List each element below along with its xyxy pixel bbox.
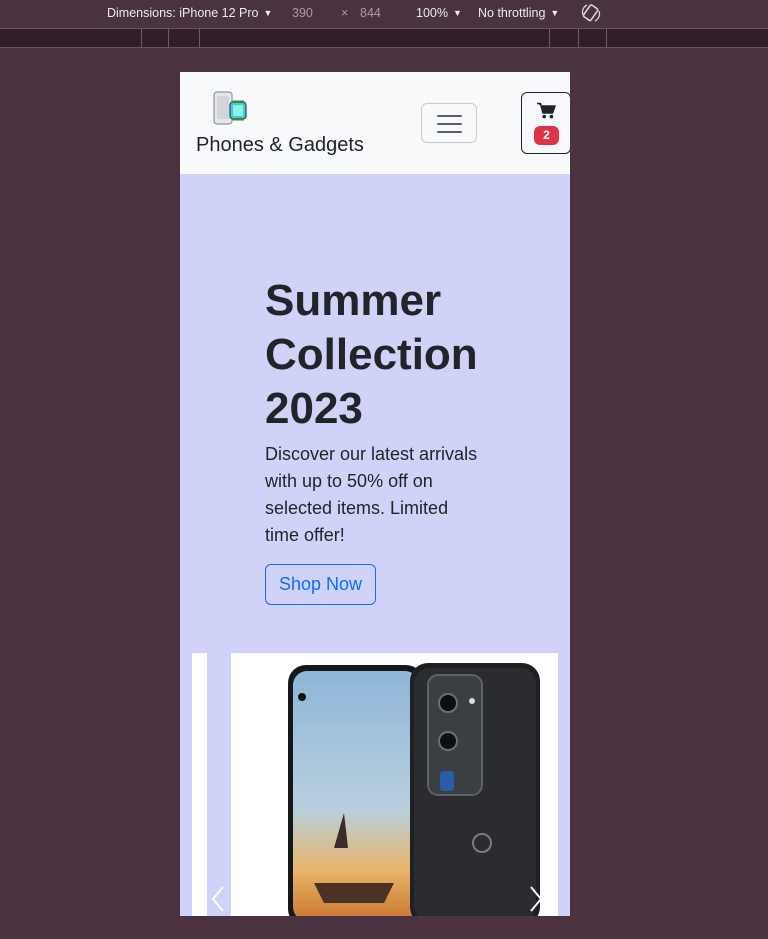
chevron-left-icon[interactable] xyxy=(210,885,226,913)
device-select[interactable]: Dimensions: iPhone 12 Pro ▼ xyxy=(107,6,272,20)
cart-count-badge: 2 xyxy=(534,126,559,145)
ruler-tick xyxy=(168,29,169,48)
device-select-label: Dimensions: iPhone 12 Pro xyxy=(107,6,259,20)
carousel-gutter xyxy=(207,653,231,916)
height-input[interactable]: 844 xyxy=(360,6,381,20)
product-carousel[interactable] xyxy=(192,653,558,916)
zoom-label: 100% xyxy=(416,6,448,20)
ruler-tick xyxy=(141,29,142,48)
chevron-down-icon: ▼ xyxy=(452,8,462,18)
device-viewport: Phones & Gadgets 2 Summer Collection 202… xyxy=(180,72,570,916)
ruler-tick xyxy=(606,29,607,48)
zoom-select[interactable]: 100% ▼ xyxy=(416,6,462,20)
cart-button[interactable]: 2 xyxy=(521,92,570,154)
width-input[interactable]: 390 xyxy=(292,6,313,20)
shop-now-button[interactable]: Shop Now xyxy=(265,564,376,605)
menu-toggle-button[interactable] xyxy=(421,103,477,143)
hamburger-bar xyxy=(437,115,462,117)
chevron-right-icon[interactable] xyxy=(528,885,544,913)
navbar: Phones & Gadgets 2 xyxy=(180,72,570,174)
chevron-down-icon: ▼ xyxy=(263,8,273,18)
shopping-cart-icon xyxy=(537,102,556,119)
hamburger-bar xyxy=(437,131,462,133)
hero-section: Summer Collection 2023 Discover our late… xyxy=(180,174,570,916)
smartphone-product-image xyxy=(288,663,540,916)
hero-title: Summer Collection 2023 xyxy=(265,276,478,433)
ruler-tick xyxy=(578,29,579,48)
devtools-device-toolbar: Dimensions: iPhone 12 Pro ▼ 390 × 844 100… xyxy=(0,0,768,28)
throttling-label: No throttling xyxy=(478,6,546,20)
rotate-device-icon[interactable] xyxy=(581,2,601,24)
brand-name: Phones & Gadgets xyxy=(196,134,364,156)
phone-watch-logo-icon xyxy=(213,91,247,125)
dimension-separator: × xyxy=(341,6,349,20)
hamburger-bar xyxy=(437,123,462,125)
ruler-tick xyxy=(199,29,200,48)
media-query-ruler xyxy=(0,28,768,48)
throttling-select[interactable]: No throttling ▼ xyxy=(478,6,559,20)
hero-description: Discover our latest arrivals with up to … xyxy=(265,444,478,545)
chevron-down-icon: ▼ xyxy=(550,8,560,18)
ruler-tick xyxy=(549,29,550,48)
